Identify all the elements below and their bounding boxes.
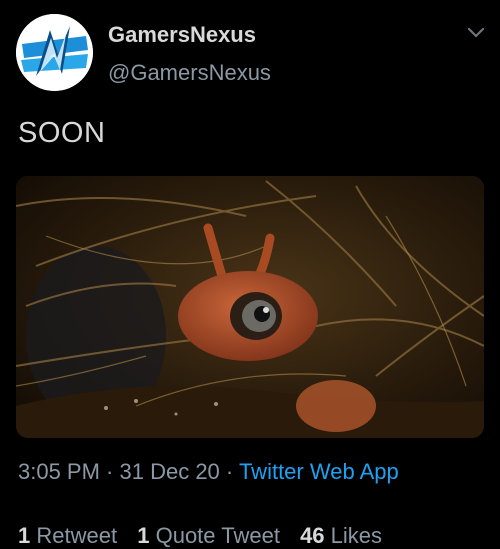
display-name[interactable]: GamersNexus: [108, 22, 271, 48]
quote-tweets-count: 1: [137, 523, 150, 548]
quote-tweets-stat[interactable]: 1 Quote Tweet: [137, 523, 280, 548]
tweet-meta: 3:05 PM · 31 Dec 20 · Twitter Web App: [18, 459, 399, 485]
retweets-label: Retweet: [36, 523, 118, 548]
tweet-date[interactable]: 31 Dec 20: [120, 459, 220, 484]
user-names: GamersNexus @GamersNexus: [108, 22, 271, 86]
avatar[interactable]: [16, 14, 93, 91]
likes-count: 46: [300, 523, 325, 548]
likes-stat[interactable]: 46 Likes: [300, 523, 382, 548]
meta-separator: ·: [99, 459, 120, 484]
meta-separator: ·: [219, 459, 239, 484]
chevron-down-icon[interactable]: [466, 26, 486, 40]
tweet-header: GamersNexus @GamersNexus: [16, 14, 486, 94]
quote-tweets-label: Quote Tweet: [155, 523, 280, 548]
tweet-time[interactable]: 3:05 PM: [18, 459, 100, 484]
tweet-source-link[interactable]: Twitter Web App: [239, 459, 399, 484]
tweet-media-image[interactable]: [16, 176, 484, 438]
tweet-text: SOON: [18, 117, 106, 149]
photo-cartoon-ant-in-grass: [16, 176, 484, 438]
gamersnexus-logo-icon: [16, 14, 93, 91]
retweets-count: 1: [18, 523, 31, 548]
handle[interactable]: @GamersNexus: [108, 60, 271, 86]
tweet-stats: 1 Retweet 1 Quote Tweet 46 Likes: [18, 523, 396, 549]
likes-label: Likes: [330, 523, 383, 548]
retweets-stat[interactable]: 1 Retweet: [18, 523, 117, 548]
